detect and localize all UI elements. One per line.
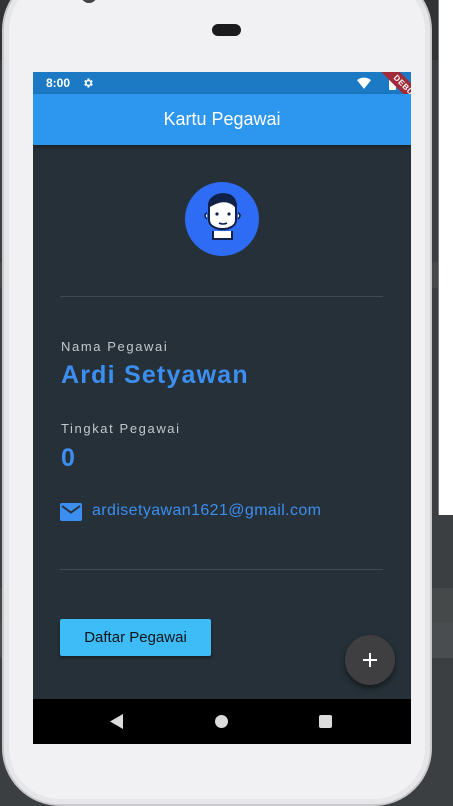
- add-fab-button[interactable]: [345, 635, 395, 685]
- mail-icon: [60, 503, 82, 521]
- person-face-icon: [204, 193, 241, 240]
- front-camera: [81, 0, 97, 3]
- divider: [60, 569, 383, 570]
- app-screen: 8:00 DEBUG Kartu Pegawai Nama Pegawai Ar…: [33, 72, 411, 744]
- gear-icon: [84, 78, 93, 88]
- app-bar: Kartu Pegawai: [33, 94, 411, 145]
- add-icon: [363, 653, 377, 667]
- employee-name: Ardi Setyawan: [61, 361, 249, 389]
- home-icon[interactable]: [215, 715, 228, 728]
- system-nav-bar: [33, 699, 411, 744]
- earpiece: [212, 24, 241, 36]
- employee-email: ardisetyawan1621@gmail.com: [92, 502, 322, 519]
- divider: [60, 296, 383, 297]
- name-label: Nama Pegawai: [61, 339, 169, 354]
- wifi-icon: [357, 77, 371, 89]
- status-bar: 8:00 DEBUG: [33, 72, 411, 121]
- app-bar-title: Kartu Pegawai: [163, 109, 281, 129]
- status-time: 8:00: [46, 76, 71, 90]
- level-label: Tingkat Pegawai: [61, 421, 181, 436]
- employee-list-button[interactable]: Daftar Pegawai: [60, 619, 211, 656]
- desktop-window-edge: [438, 0, 453, 515]
- employee-level: 0: [61, 444, 75, 472]
- back-icon[interactable]: [110, 714, 124, 729]
- recents-icon[interactable]: [319, 715, 332, 728]
- avatar: [185, 182, 259, 256]
